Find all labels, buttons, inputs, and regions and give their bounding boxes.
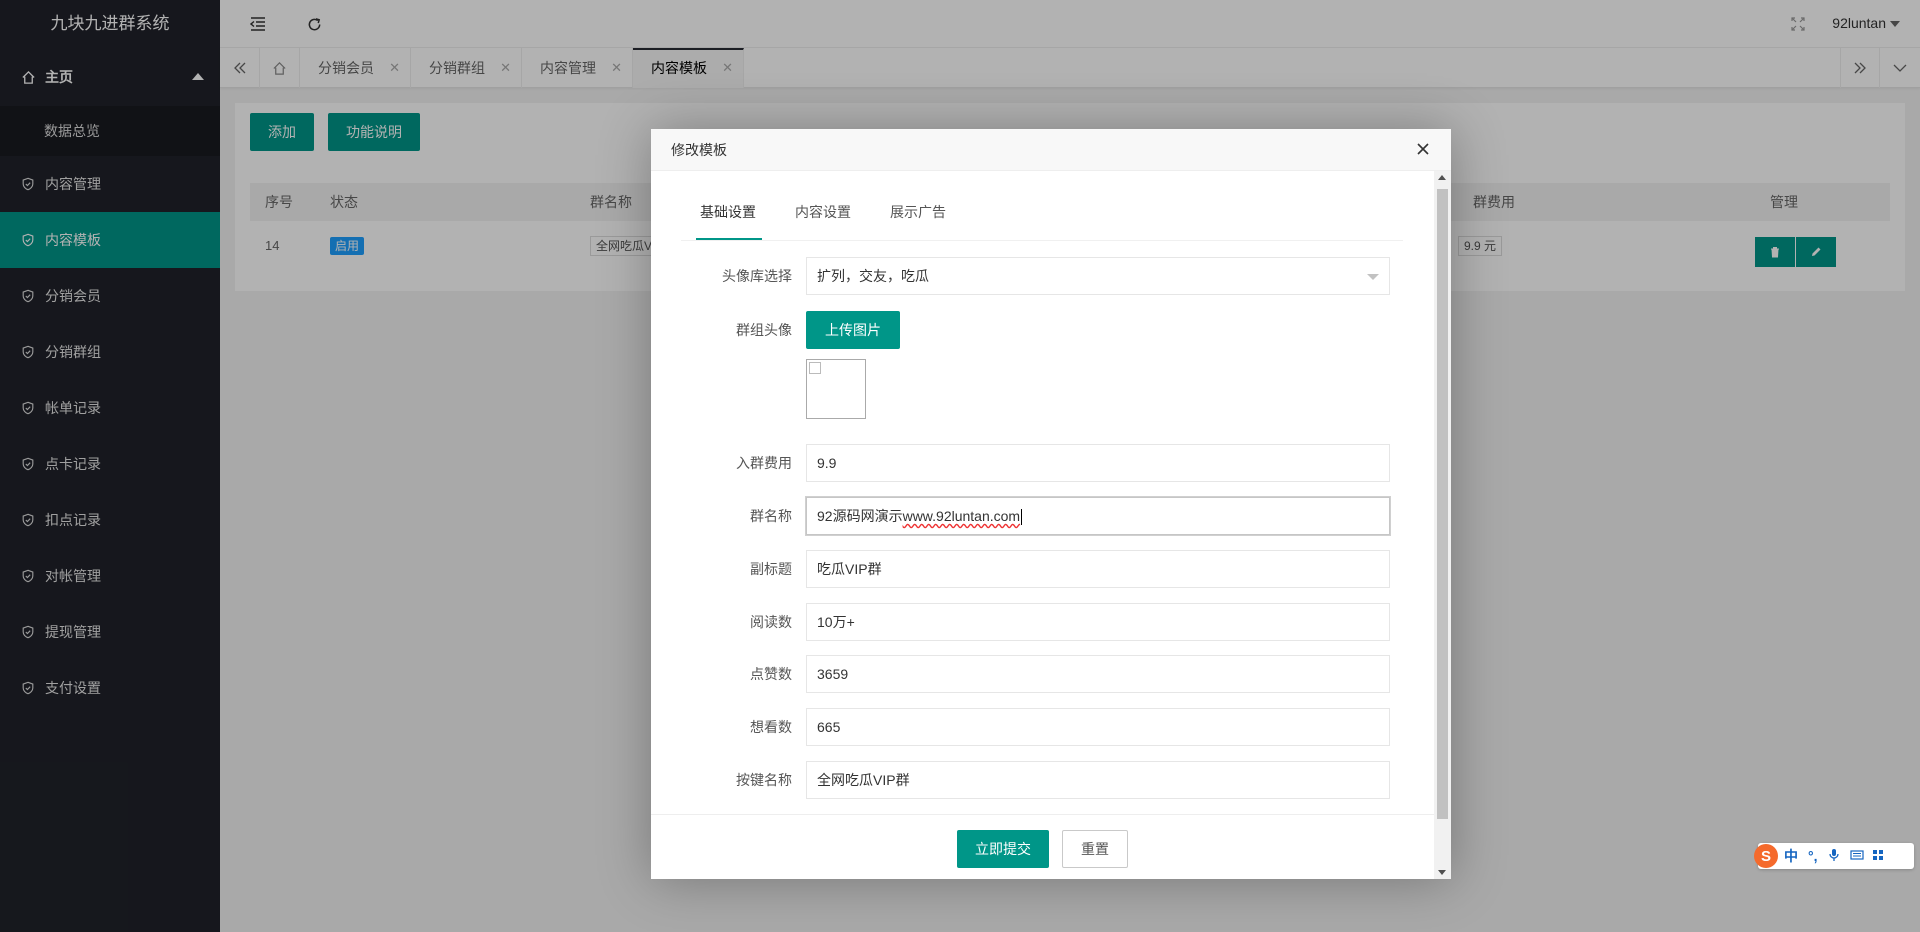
ime-lang[interactable]: 中 <box>1784 846 1798 866</box>
sogou-logo-icon: S <box>1754 844 1778 868</box>
group-name-prefix: 92源码网演示 <box>817 508 903 524</box>
upload-image-button[interactable]: 上传图片 <box>806 311 900 349</box>
avatar-lib-select[interactable]: 扩列，交友，吃瓜 <box>806 257 1390 295</box>
group-name-url: www.92luntan.com <box>902 508 1021 524</box>
subtitle-label: 副标题 <box>750 561 792 577</box>
likes-label: 点赞数 <box>750 666 792 682</box>
modal-title: 修改模板 <box>651 129 1451 171</box>
scroll-down-icon[interactable] <box>1438 870 1446 875</box>
scroll-up-icon[interactable] <box>1438 175 1446 180</box>
wants-input[interactable]: 665 <box>806 708 1390 746</box>
fee-label: 入群费用 <box>736 455 792 471</box>
submit-button[interactable]: 立即提交 <box>957 830 1049 868</box>
likes-input[interactable]: 3659 <box>806 655 1390 693</box>
keyboard-icon[interactable] <box>1849 848 1864 864</box>
modal-form: 基础设置 内容设置 展示广告 头像库选择 扩列，交友，吃瓜 群组头像 上传图片 … <box>666 186 1418 814</box>
modal-scrollbar[interactable] <box>1434 171 1451 879</box>
tab-ad-settings[interactable]: 展示广告 <box>890 202 946 222</box>
group-name-input[interactable]: 92源码网演示www.92luntan.com <box>806 497 1390 535</box>
active-tab-indicator <box>696 238 762 240</box>
avatar-preview <box>806 359 866 419</box>
subtitle-input[interactable]: 吃瓜VIP群 <box>806 550 1390 588</box>
tab-basic-settings[interactable]: 基础设置 <box>700 202 756 222</box>
microphone-icon[interactable] <box>1828 848 1840 865</box>
ime-toolbar[interactable]: S 中 °, <box>1754 843 1914 869</box>
form-tabs: 基础设置 内容设置 展示广告 <box>681 186 1403 241</box>
button-name-input[interactable]: 全网吃瓜VIP群 <box>806 761 1390 799</box>
wants-label: 想看数 <box>750 719 792 735</box>
select-arrow-icon <box>1367 274 1379 280</box>
button-name-label: 按键名称 <box>736 772 792 788</box>
reset-button[interactable]: 重置 <box>1062 830 1128 868</box>
broken-image-icon <box>809 362 821 374</box>
reads-input[interactable]: 10万+ <box>806 603 1390 641</box>
modal-footer: 立即提交 重置 <box>651 814 1434 879</box>
scroll-thumb[interactable] <box>1437 189 1448 819</box>
fee-input[interactable]: 9.9 <box>806 444 1390 482</box>
group-avatar-label: 群组头像 <box>736 322 792 338</box>
grid-menu-icon[interactable] <box>1872 848 1884 864</box>
avatar-lib-value: 扩列，交友，吃瓜 <box>817 268 929 284</box>
close-icon[interactable] <box>1415 141 1433 159</box>
reads-label: 阅读数 <box>750 614 792 630</box>
tab-content-settings[interactable]: 内容设置 <box>795 202 851 222</box>
group-name-label: 群名称 <box>750 508 792 524</box>
punctuation-icon[interactable]: °, <box>1808 848 1818 864</box>
avatar-lib-label: 头像库选择 <box>722 268 792 284</box>
edit-template-modal: 修改模板 基础设置 内容设置 展示广告 头像库选择 扩列，交友，吃瓜 群组头像 … <box>651 129 1451 879</box>
text-cursor <box>1021 509 1023 526</box>
